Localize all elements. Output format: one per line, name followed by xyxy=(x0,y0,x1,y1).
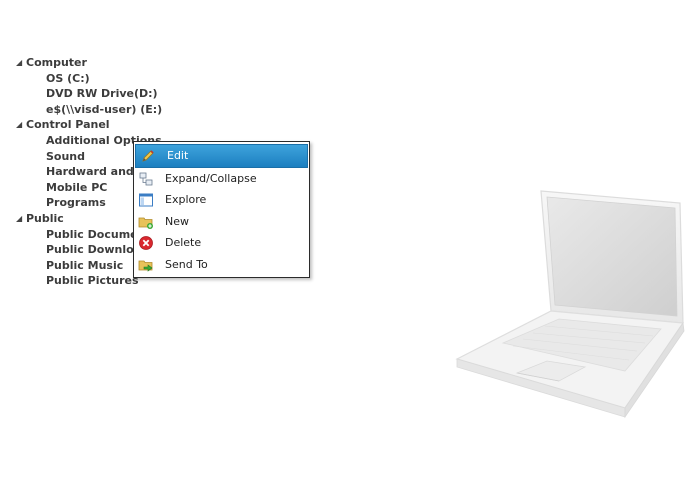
tree-node-label: Sound xyxy=(46,149,86,163)
expanded-triangle-icon[interactable]: ◢ xyxy=(16,211,26,227)
menu-item-send-to[interactable]: Send To xyxy=(134,254,309,276)
menu-item-label: New xyxy=(165,214,189,228)
tree-node-label: Control Panel xyxy=(26,118,110,132)
menu-item-label: Edit xyxy=(167,149,189,162)
tree-node-computer[interactable]: ◢ Computer xyxy=(12,55,177,71)
menu-item-expand-collapse[interactable]: Expand/Collapse xyxy=(134,168,309,190)
tree-node-label: Public Pictures xyxy=(46,274,139,288)
tree-node-label: OS (C:) xyxy=(46,71,90,85)
menu-item-explore[interactable]: Explore xyxy=(134,189,309,211)
pencil-icon xyxy=(142,150,154,162)
tree-node-label: Public Music xyxy=(46,258,124,272)
tree-node-label: DVD RW Drive(D:) xyxy=(46,87,158,101)
tree-node-label: Programs xyxy=(46,196,106,210)
laptop-illustration xyxy=(455,190,685,419)
expanded-triangle-icon[interactable]: ◢ xyxy=(16,55,26,71)
menu-item-label: Delete xyxy=(165,236,202,249)
tree-node-label: Public xyxy=(26,211,64,225)
tree-node-os-c[interactable]: OS (C:) xyxy=(12,71,177,87)
explore-icon xyxy=(139,193,153,207)
menu-item-label: Expand/Collapse xyxy=(165,171,257,185)
tree-group-computer: ◢ Computer OS (C:) DVD RW Drive(D:) e$(\\… xyxy=(12,55,177,117)
context-menu: Edit Expand/Collapse Explore New Delete xyxy=(133,141,310,278)
tree-node-label: Computer xyxy=(26,56,87,69)
tree-node-control-panel[interactable]: ◢ Control Panel xyxy=(12,117,177,133)
tree-node-label: Mobile PC xyxy=(46,180,108,194)
delete-icon xyxy=(139,236,153,250)
tree-node-network-drive[interactable]: e$(\\visd-user) (E:) xyxy=(12,102,177,118)
send-to-icon xyxy=(138,260,153,272)
tree-node-dvd-rw-drive[interactable]: DVD RW Drive(D:) xyxy=(12,86,177,102)
menu-item-label: Send To xyxy=(165,257,208,271)
menu-item-label: Explore xyxy=(165,193,207,206)
new-folder-icon xyxy=(138,217,153,229)
expanded-triangle-icon[interactable]: ◢ xyxy=(16,117,26,133)
expand-collapse-icon xyxy=(139,172,153,185)
menu-item-edit[interactable]: Edit xyxy=(135,144,308,168)
tree-node-label: e$(\\visd-user) (E:) xyxy=(46,102,163,116)
menu-item-delete[interactable]: Delete xyxy=(134,232,309,254)
menu-item-new[interactable]: New xyxy=(134,211,309,233)
